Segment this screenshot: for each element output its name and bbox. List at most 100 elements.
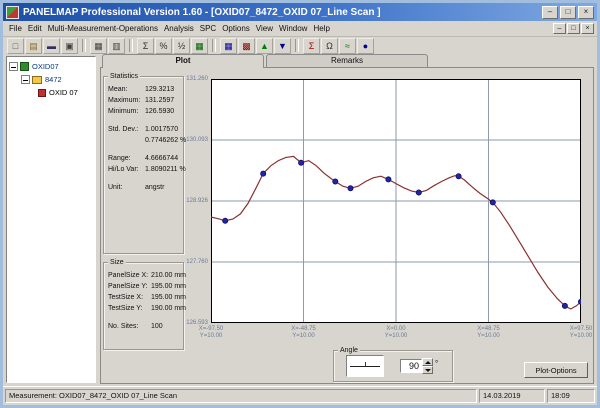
toolbar-separator bbox=[82, 39, 86, 52]
stat-row-mean: Mean: 129.3213 bbox=[108, 86, 175, 93]
angle-group: Angle 90 ° bbox=[333, 346, 453, 382]
save-icon[interactable]: ▬ bbox=[43, 37, 60, 54]
y-axis-tick-label: 127.760 bbox=[186, 258, 208, 265]
stat-row-maximum: Maximum: 131.2597 bbox=[108, 97, 175, 104]
plot-options-button[interactable]: Plot-Options bbox=[524, 362, 588, 378]
data-point-marker bbox=[455, 173, 462, 180]
y-axis-tick-label: 128.926 bbox=[186, 198, 208, 205]
toolbar: □ ▤ ▬ ▣ ▦ ▥ Σ% ½ ▦ ▦ ▩ ▲ ▼ Σ Ω ≈ ● bbox=[3, 37, 597, 54]
data-point-marker bbox=[578, 298, 581, 305]
angle-indicator bbox=[346, 355, 384, 377]
print-icon[interactable]: ▣ bbox=[61, 37, 78, 54]
x-axis-tick-label: X=97.50 Y=10.00 bbox=[569, 326, 593, 339]
statistics-group-title: Statistics bbox=[108, 72, 141, 81]
folder-icon bbox=[32, 75, 42, 84]
data-point-marker bbox=[489, 199, 496, 206]
main-area: OXID07 8472 OXID 07 Plot Remarks Statist… bbox=[3, 54, 597, 386]
menu-multi-measurement-operations[interactable]: Multi-Measurement-Operations bbox=[45, 23, 161, 34]
chart-down-icon[interactable]: ▼ bbox=[274, 37, 291, 54]
x-axis-tick-label: X=48.75 Y=10.00 bbox=[477, 326, 500, 339]
toolbar-separator bbox=[212, 39, 216, 52]
stat-row-range: Range: 4.6666744 bbox=[108, 155, 179, 162]
tree-item-oxid-07[interactable]: OXID 07 bbox=[7, 86, 95, 99]
y-axis-tick-label: 130.093 bbox=[186, 137, 208, 143]
size-row-no-sites: No. Sites: 100 bbox=[108, 323, 163, 330]
data-point-marker bbox=[347, 185, 354, 192]
minimize-button[interactable]: – bbox=[542, 5, 558, 19]
collapse-icon[interactable] bbox=[21, 75, 30, 84]
spin-down-icon[interactable] bbox=[422, 366, 433, 374]
sigma-red-icon[interactable]: Σ bbox=[303, 37, 320, 54]
data-point-marker bbox=[260, 170, 267, 177]
menu-view[interactable]: View bbox=[253, 23, 276, 34]
cascade-windows-icon[interactable]: ▥ bbox=[108, 37, 125, 54]
tab-plot[interactable]: Plot bbox=[102, 54, 264, 68]
stat-row-hilo-var: Hi/Lo Var: 1.8090211 % bbox=[108, 166, 186, 173]
menu-window[interactable]: Window bbox=[276, 23, 310, 34]
data-point-marker bbox=[222, 217, 229, 224]
open-icon[interactable]: ▤ bbox=[25, 37, 42, 54]
maximize-button[interactable]: □ bbox=[560, 5, 576, 19]
chart-up-icon[interactable]: ▲ bbox=[256, 37, 273, 54]
stat-row-minimum: Minimum: 126.5930 bbox=[108, 108, 175, 115]
data-point-marker bbox=[332, 178, 339, 185]
collapse-icon[interactable] bbox=[9, 62, 18, 71]
tree-item-label: OXID 07 bbox=[49, 88, 78, 97]
y-axis-tick-label: 131.260 bbox=[186, 76, 208, 82]
stat-row-std-dev: Std. Dev.: 1.0017570 bbox=[108, 126, 179, 133]
tile-windows-icon[interactable]: ▦ bbox=[90, 37, 107, 54]
degree-symbol: ° bbox=[435, 358, 439, 368]
menu-edit[interactable]: Edit bbox=[25, 23, 45, 34]
menu-spc[interactable]: SPC bbox=[197, 23, 219, 34]
stat-row-std-dev-percent: 0.7746262 % bbox=[145, 137, 187, 144]
mdi-close-button[interactable]: × bbox=[581, 23, 594, 34]
menu-options[interactable]: Options bbox=[219, 23, 253, 34]
map-blue-icon[interactable]: ▦ bbox=[220, 37, 237, 54]
menu-file[interactable]: File bbox=[6, 23, 25, 34]
angle-value-field[interactable]: 90 bbox=[400, 359, 422, 373]
statistics-group: Statistics Mean: 129.3213 Maximum: 131.259… bbox=[103, 72, 187, 254]
angle-spinner: 90 ° bbox=[400, 358, 438, 374]
plot-tab-content: Statistics Mean: 129.3213 Maximum: 131.259… bbox=[100, 67, 594, 384]
toolbar-separator bbox=[129, 39, 133, 52]
status-time: 18:09 bbox=[547, 389, 595, 403]
percent-icon[interactable]: % bbox=[155, 37, 172, 54]
mdi-window-controls: – □ × bbox=[553, 23, 597, 34]
size-group: Size PanelSize X: 210.00 mm PanelSize Y: 1… bbox=[103, 258, 187, 350]
tab-remarks[interactable]: Remarks bbox=[266, 54, 428, 67]
table-green-icon[interactable]: ▦ bbox=[191, 37, 208, 54]
map-red-icon[interactable]: ▩ bbox=[238, 37, 255, 54]
mdi-minimize-button[interactable]: – bbox=[553, 23, 566, 34]
menu-analysis[interactable]: Analysis bbox=[161, 23, 197, 34]
x-axis-tick-label: X=0.00 Y=10.00 bbox=[384, 326, 408, 339]
data-point-marker bbox=[298, 159, 305, 166]
new-icon[interactable]: □ bbox=[7, 37, 24, 54]
menu-help[interactable]: Help bbox=[310, 23, 332, 34]
window-controls: – □ × bbox=[542, 5, 594, 19]
tree-item-8472[interactable]: 8472 bbox=[7, 73, 95, 86]
status-measurement: Measurement: OXID07_8472_OXID 07_Line Sc… bbox=[5, 389, 477, 403]
sum-icon[interactable]: Σ bbox=[137, 37, 154, 54]
tree-item-oxid07[interactable]: OXID07 bbox=[7, 60, 95, 73]
data-point-marker bbox=[385, 176, 392, 183]
app-icon bbox=[6, 5, 19, 19]
tree-item-label: 8472 bbox=[45, 75, 62, 84]
title-bar: PANELMAP Professional Version 1.60 - [OX… bbox=[3, 3, 597, 21]
size-row-testsize-x: TestSize X: 195.00 mm bbox=[108, 294, 187, 301]
angle-group-title: Angle bbox=[338, 346, 360, 355]
data-point-marker bbox=[561, 302, 568, 309]
dot-blue-icon[interactable]: ● bbox=[357, 37, 374, 54]
size-row-panelsize-y: PanelSize Y: 195.00 mm bbox=[108, 283, 187, 290]
mdi-restore-button[interactable]: □ bbox=[567, 23, 580, 34]
measurement-tree: OXID07 8472 OXID 07 bbox=[6, 56, 96, 383]
project-icon bbox=[20, 62, 29, 71]
close-button[interactable]: × bbox=[578, 5, 594, 19]
omega-icon[interactable]: Ω bbox=[321, 37, 338, 54]
document-panel: Plot Remarks Statistics Mean: 129.3213 Ma… bbox=[100, 54, 594, 384]
app-window: PANELMAP Professional Version 1.60 - [OX… bbox=[0, 0, 600, 408]
size-row-testsize-y: TestSize Y: 190.00 mm bbox=[108, 305, 187, 312]
stat-row-unit: Unit: angstr bbox=[108, 184, 165, 191]
ratio-icon[interactable]: ½ bbox=[173, 37, 190, 54]
spin-up-icon[interactable] bbox=[422, 358, 433, 366]
wave-green-icon[interactable]: ≈ bbox=[339, 37, 356, 54]
